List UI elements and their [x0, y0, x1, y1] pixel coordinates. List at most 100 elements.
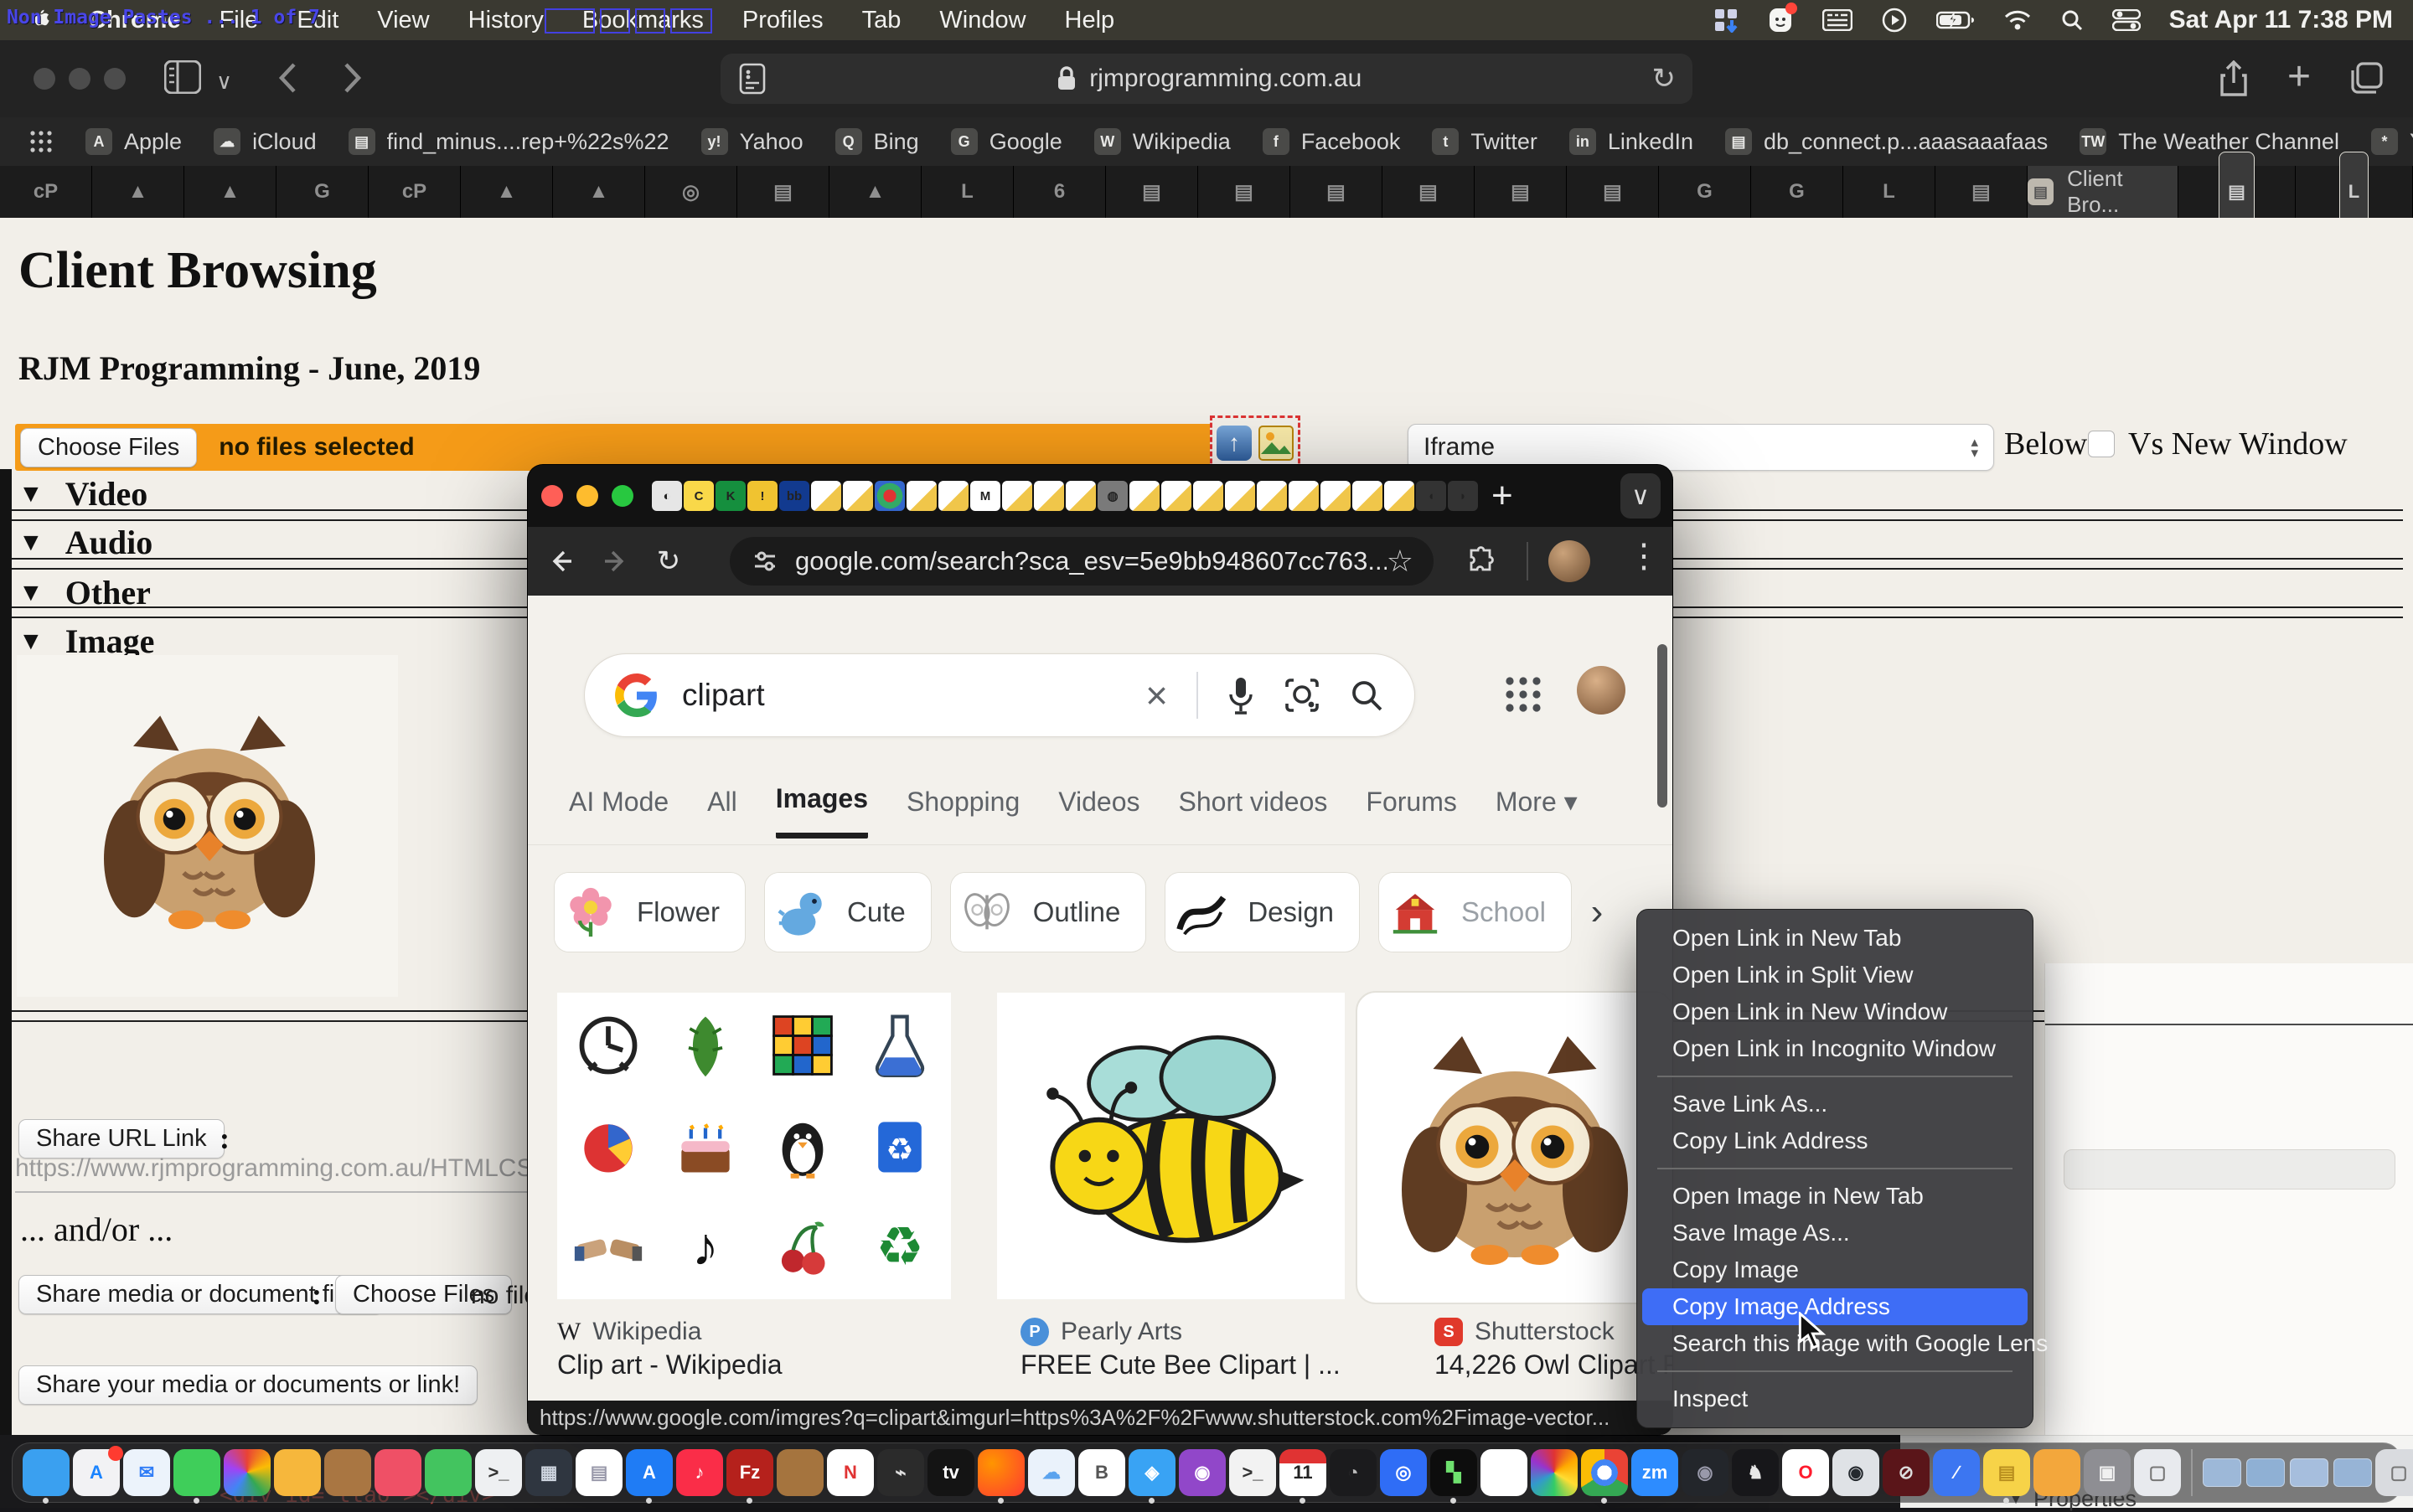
reader-icon[interactable] — [739, 63, 766, 95]
context-menu-item[interactable]: Open Link in New Window — [1642, 993, 2028, 1030]
back-icon[interactable] — [276, 60, 298, 95]
active-tab[interactable]: ▤ Client Bro... — [2028, 166, 2178, 218]
menu-bar-item[interactable]: History — [468, 7, 544, 34]
browser-tab[interactable]: cP — [0, 166, 92, 218]
back-icon[interactable] — [535, 547, 588, 575]
bookmarks-grid-icon[interactable] — [28, 129, 54, 154]
site-settings-icon[interactable] — [752, 548, 778, 575]
dock-app-icon-app-store[interactable]: A — [626, 1449, 673, 1496]
chrome-mini-tab[interactable] — [1225, 481, 1255, 511]
dock-app-icon-firefox[interactable] — [978, 1449, 1025, 1496]
memoji-status-icon[interactable] — [1767, 6, 1794, 34]
dock-app-icon-opera[interactable]: O — [1782, 1449, 1829, 1496]
reload-icon[interactable]: ↻ — [1652, 62, 1677, 95]
bookmark-item[interactable]: * Yelp — [2371, 128, 2413, 155]
browser-tab[interactable]: ▤ — [1290, 166, 1382, 218]
chrome-mini-tab[interactable] — [811, 481, 841, 511]
share-submit-button[interactable]: Share your media or documents or link! — [18, 1365, 478, 1405]
bookmark-item[interactable]: TW The Weather Channel — [2080, 128, 2339, 155]
minimize-button[interactable] — [69, 68, 90, 90]
chrome-address-bar[interactable]: google.com/search?sca_esv=5e9bb948607cc7… — [730, 537, 1434, 586]
keyboard-icon[interactable] — [1822, 6, 1852, 34]
dock-app-icon-itunes[interactable]: ♪ — [676, 1449, 723, 1496]
dock-app-icon-preview[interactable]: ▢ — [2134, 1449, 2181, 1496]
search-icon[interactable] — [1349, 678, 1384, 713]
dock-app-icon-facetime[interactable] — [425, 1449, 472, 1496]
chrome-mini-tab[interactable]: ◐ — [652, 481, 682, 511]
browser-tab[interactable]: L — [2296, 166, 2413, 218]
result-source[interactable]: PPearly Arts — [1020, 1318, 1182, 1346]
bookmark-item[interactable]: A Apple — [85, 128, 182, 155]
dock-app-icon-github[interactable]: ◉ — [1832, 1449, 1879, 1496]
menu-bar-item[interactable]: Help — [1065, 7, 1115, 34]
share-media-button[interactable]: Share media or document files — [18, 1275, 383, 1314]
minimized-window-thumb-minimized-window[interactable] — [2203, 1458, 2241, 1487]
section-video[interactable]: ▼Video — [18, 474, 147, 513]
minimized-window-thumb-minimized-window[interactable] — [2333, 1458, 2372, 1487]
context-menu-item[interactable]: Open Link in New Tab — [1642, 920, 2028, 957]
chrome-mini-tab[interactable] — [1384, 481, 1414, 511]
chrome-mini-tab[interactable] — [1352, 481, 1382, 511]
chip-flower[interactable]: Flower — [554, 872, 746, 952]
bookmark-item[interactable]: y! Yahoo — [701, 128, 803, 155]
results-tab[interactable]: All — [707, 787, 737, 836]
result-image-bee[interactable] — [997, 993, 1345, 1299]
dock-app-icon-mail[interactable]: ✉ — [123, 1449, 170, 1496]
dock-app-icon-utility[interactable]: >_ — [475, 1449, 522, 1496]
zoom-button[interactable] — [104, 68, 126, 90]
sidebar-icon[interactable] — [164, 60, 201, 94]
dock-app-icon-notes[interactable] — [324, 1449, 371, 1496]
search-query[interactable]: clipart — [682, 678, 765, 713]
tab-search-chevron[interactable]: ∨ — [1620, 473, 1661, 519]
browser-tab[interactable]: ◎ — [645, 166, 737, 218]
browser-tab[interactable]: L — [922, 166, 1014, 218]
close-button[interactable] — [541, 485, 563, 507]
result-image-collage[interactable]: ♻ ♪ ♻ — [557, 993, 951, 1299]
dock-app-icon-chrome[interactable] — [1581, 1449, 1628, 1496]
browser-tab[interactable]: 6 — [1014, 166, 1106, 218]
devtools-filter-input[interactable] — [2064, 1149, 2395, 1189]
dock-app-icon-pages[interactable] — [1480, 1449, 1527, 1496]
dock-app-icon-folder-orange[interactable] — [2033, 1449, 2080, 1496]
chrome-mini-tab[interactable] — [1289, 481, 1319, 511]
display-mode-select[interactable]: Iframe ▴▾ — [1408, 424, 1994, 471]
dock-app-icon-app-store-badged[interactable]: A — [73, 1449, 120, 1496]
dock-app-icon-contacts[interactable] — [274, 1449, 321, 1496]
chrome-mini-tab[interactable]: K — [716, 481, 746, 511]
trash-icon[interactable]: ▢ — [2375, 1449, 2413, 1496]
menu-bar-clock[interactable]: Sat Apr 11 7:38 PM — [2169, 6, 2393, 34]
tab-overview-icon[interactable] — [2349, 60, 2385, 95]
chrome-mini-tab[interactable] — [1034, 481, 1064, 511]
context-menu-item[interactable] — [1657, 1076, 2013, 1077]
dock-app-icon-chess[interactable]: ♞ — [1732, 1449, 1779, 1496]
dock-app-icon-obs[interactable]: ◉ — [1682, 1449, 1728, 1496]
forward-icon[interactable] — [342, 60, 364, 95]
lens-icon[interactable] — [1284, 677, 1320, 714]
bookmark-item[interactable]: G Google — [951, 128, 1062, 155]
bookmark-item[interactable]: Q Bing — [835, 128, 919, 155]
browser-tab[interactable]: ▤ — [737, 166, 829, 218]
vs-new-window-checkbox[interactable] — [2088, 431, 2115, 457]
clear-icon[interactable]: × — [1145, 673, 1168, 718]
chip-school[interactable]: School — [1378, 872, 1572, 952]
minimized-window-thumb-minimized-window[interactable] — [2246, 1458, 2285, 1487]
forward-icon[interactable] — [588, 547, 642, 575]
spotlight-search-icon[interactable] — [2060, 6, 2084, 34]
dock-app-icon-keypad[interactable]: ▦ — [525, 1449, 572, 1496]
dock-app-icon-podcasts[interactable]: ◉ — [1179, 1449, 1226, 1496]
browser-tab[interactable]: G — [276, 166, 369, 218]
results-tab[interactable]: Videos — [1058, 787, 1139, 836]
new-tab-icon[interactable]: + — [1491, 475, 1513, 517]
dock-app-icon-stickies[interactable]: ▤ — [1983, 1449, 2030, 1496]
kebab-menu-icon[interactable]: ⋮ — [1627, 537, 1661, 575]
browser-tab[interactable]: ▤ — [1382, 166, 1475, 218]
results-tab[interactable]: Shopping — [907, 787, 1020, 836]
minimized-window-thumb-minimized-window[interactable] — [2290, 1458, 2328, 1487]
dock-app-icon-music-pink[interactable] — [375, 1449, 421, 1496]
bookmark-star-icon[interactable]: ☆ — [1387, 544, 1413, 579]
context-menu-item[interactable]: Search this image with Google Lens — [1642, 1325, 2028, 1362]
chips-scroll-icon[interactable]: › — [1575, 890, 1619, 934]
chrome-mini-tab[interactable] — [1066, 481, 1096, 511]
bookmark-item[interactable]: ☁ iCloud — [214, 128, 317, 155]
choose-files-button[interactable]: Choose Files — [20, 428, 197, 467]
